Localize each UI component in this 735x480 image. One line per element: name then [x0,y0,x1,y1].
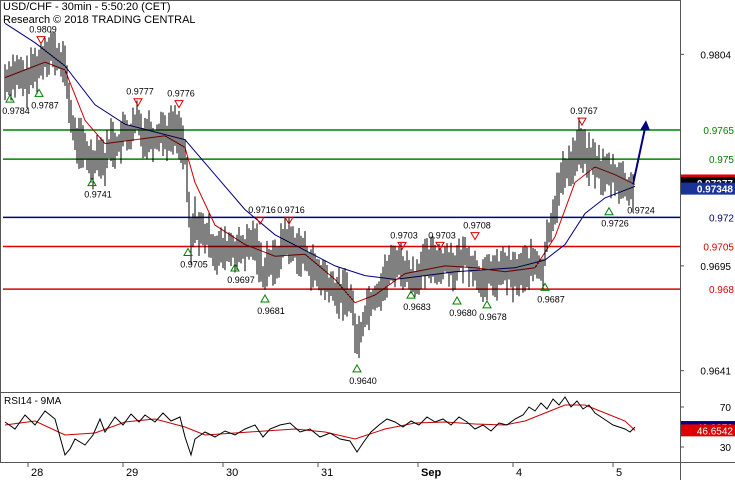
chart-canvas: 0.9809 0.97840.9787 0.9777 0.9776 0.9741 0.97… [0,0,735,480]
time-tick-label: 28 [31,467,43,479]
swing-high-marker [36,36,46,45]
swing-label: 0.9724 [627,206,655,216]
swing-high-marker [133,98,143,107]
swing-high-marker [470,232,480,241]
swing-high-marker [174,100,184,109]
swing-low-label: 0.9680 [449,308,477,318]
forecast-arrow-head [640,120,650,131]
swing-low-marker [482,299,492,309]
level-label: 0.972 [709,213,734,224]
swing-low-label: 0.9705 [180,259,208,269]
level-label: 0.968 [709,285,734,296]
swing-low-label: 0.9678 [479,312,507,322]
time-tick-label: 30 [226,467,238,479]
swing-high-label: 0.9703 [390,230,418,240]
time-tick-label: 29 [126,467,138,479]
plot-frames [0,0,735,480]
swing-low-marker [87,177,97,187]
swing-low-label: 0.9697 [227,275,255,285]
swing-high-marker [255,216,265,226]
price-tick-label: 0.9804 [700,50,731,61]
swing-low-label: 0.9683 [403,302,431,312]
price-tick-label: 0.9695 [700,262,731,273]
time-tick-label: 4 [516,467,522,479]
swing-low-label: 0.9640 [349,376,377,386]
swing-low-marker [5,94,15,103]
rsi-panel: RSI14 - 9MA70503049.937946.6542 [4,396,735,457]
swing-high-label: 0.9708 [463,221,491,231]
swing-high-label: 0.9809 [29,25,57,35]
time-tick-label: 5 [616,467,622,479]
rsi-title: RSI14 - 9MA [4,396,62,407]
swing-low-label: 0.9687 [537,294,565,304]
swing-low-marker [260,294,270,303]
rsi-tick-label: 30 [720,443,732,454]
rsi-tag: 46.6542 [697,426,734,437]
swing-low-marker [352,363,362,373]
level-label: 0.9765 [703,126,734,137]
swing-high-label: 0.9703 [428,230,456,240]
swing-low-marker [34,88,44,97]
level-label: 0.9705 [703,242,734,253]
swing-low-label: 0.9726 [601,219,629,229]
forecast-arrow-shaft [632,127,646,185]
swing-low-label: 0.9741 [84,190,112,200]
swing-high-label: 0.9716 [277,205,305,215]
level-label: 0.975 [709,155,734,166]
swing-low-marker [604,206,614,216]
swing-high-label: 0.9777 [126,87,154,97]
swing-high-label: 0.9767 [570,106,598,116]
swing-high-label: 0.9716 [248,205,276,215]
rsi-ma-line [4,404,636,440]
rsi-line [4,396,636,457]
price-tick-label: 0.9641 [700,367,731,378]
price-tag: 0.97348 [697,185,734,196]
time-axis: 28 29 30 31 Sep 4 5 [27,462,622,479]
time-tick-label: Sep [421,467,441,479]
swing-low-label: 0.9787 [31,100,59,110]
swing-high-label: 0.9776 [167,89,195,99]
swing-low-label: 0.9784 [2,106,30,116]
rsi-tick-label: 70 [720,403,732,414]
swing-low-label: 0.9681 [257,306,285,316]
swing-low-marker [452,295,462,305]
time-tick-label: 31 [321,467,333,479]
